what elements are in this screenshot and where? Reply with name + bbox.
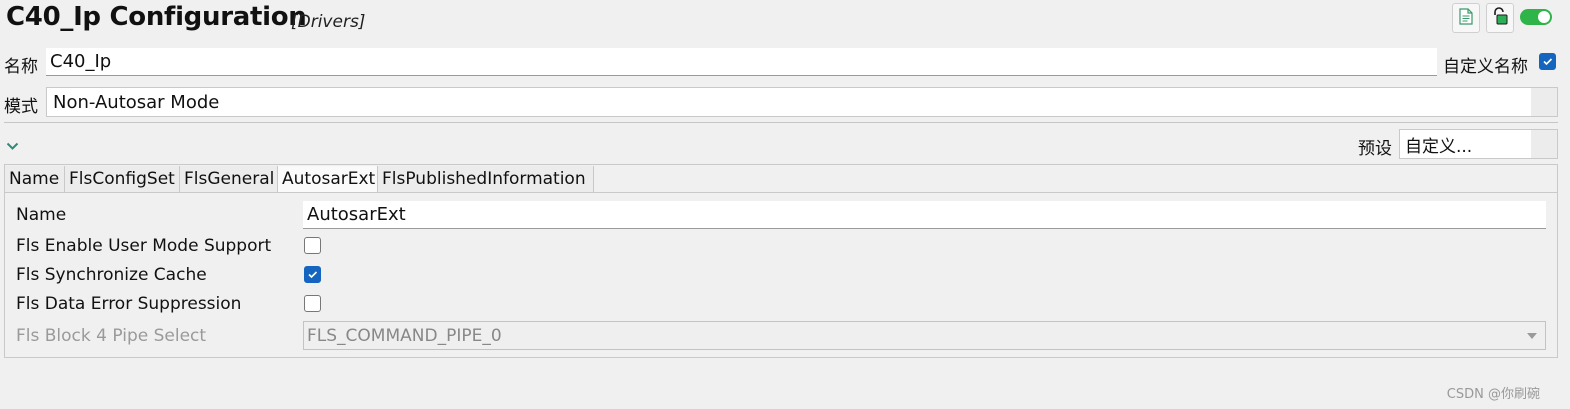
mode-dropdown-button[interactable] [1531, 88, 1557, 116]
page-title: C40_Ip Configuration [6, 2, 307, 32]
custom-name-checkbox[interactable] [1539, 53, 1556, 70]
preset-label: 预设 [1358, 139, 1392, 159]
name-field-label: Name [16, 205, 67, 225]
page-subtitle: [Drivers] [291, 12, 366, 32]
chevron-down-icon[interactable] [6, 136, 19, 155]
mode-value: Non-Autosar Mode [49, 89, 1529, 115]
tab-flspublishedinformation[interactable]: FlsPublishedInformation [378, 166, 594, 192]
pipe-select-value: FLS_COMMAND_PIPE_0 [307, 325, 502, 346]
preset-value: 自定义... [1401, 131, 1529, 157]
synchronize-cache-checkbox[interactable] [304, 266, 321, 283]
watermark: CSDN @你刷碗 [1446, 387, 1540, 402]
tab-autosarext[interactable]: AutosarExt [278, 166, 378, 192]
document-icon-button[interactable] [1452, 3, 1480, 33]
pipe-select[interactable]: FLS_COMMAND_PIPE_0 [303, 321, 1546, 350]
synchronize-cache-label: Fls Synchronize Cache [16, 265, 207, 285]
tab-bar: Name FlsConfigSet FlsGeneral AutosarExt … [4, 164, 1558, 192]
tab-name[interactable]: Name [5, 166, 65, 192]
preset-dropdown-button[interactable] [1531, 130, 1557, 158]
divider [4, 122, 1558, 123]
name-field-input[interactable]: AutosarExt [303, 201, 1546, 229]
tab-flsgeneral[interactable]: FlsGeneral [180, 166, 278, 192]
tab-flsconfigset[interactable]: FlsConfigSet [65, 166, 180, 192]
preset-select[interactable]: 自定义... [1399, 129, 1558, 159]
document-icon [1459, 7, 1473, 29]
name-input[interactable]: C40_Ip [46, 48, 1437, 76]
user-mode-support-label: Fls Enable User Mode Support [16, 236, 272, 256]
mode-label: 模式 [4, 97, 38, 117]
name-label: 名称 [4, 57, 38, 77]
user-mode-support-checkbox[interactable] [304, 237, 321, 254]
unlock-icon [1492, 7, 1508, 29]
toggle-switch[interactable] [1520, 9, 1552, 25]
chevron-down-icon[interactable] [1519, 322, 1545, 349]
data-error-suppression-label: Fls Data Error Suppression [16, 294, 242, 314]
custom-name-label: 自定义名称 [1443, 57, 1528, 77]
data-error-suppression-checkbox[interactable] [304, 295, 321, 312]
mode-select[interactable]: Non-Autosar Mode [46, 87, 1558, 117]
unlock-icon-button[interactable] [1486, 3, 1514, 33]
pipe-select-label: Fls Block 4 Pipe Select [16, 326, 207, 346]
